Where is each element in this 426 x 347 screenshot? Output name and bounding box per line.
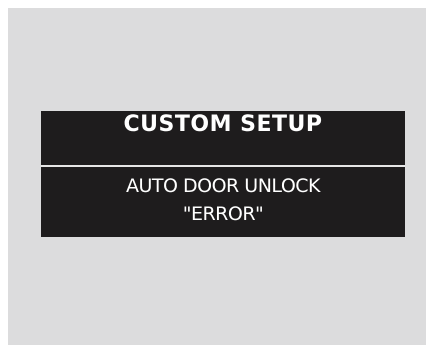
setting-name: AUTO DOOR UNLOCK [126, 175, 321, 197]
screen-title: CUSTOM SETUP [123, 112, 323, 137]
background-panel: CUSTOM SETUP AUTO DOOR UNLOCK "ERROR" [8, 8, 426, 345]
status-message: "ERROR" [182, 203, 264, 225]
info-display-screen: CUSTOM SETUP AUTO DOOR UNLOCK "ERROR" [41, 111, 405, 237]
divider [41, 165, 405, 167]
